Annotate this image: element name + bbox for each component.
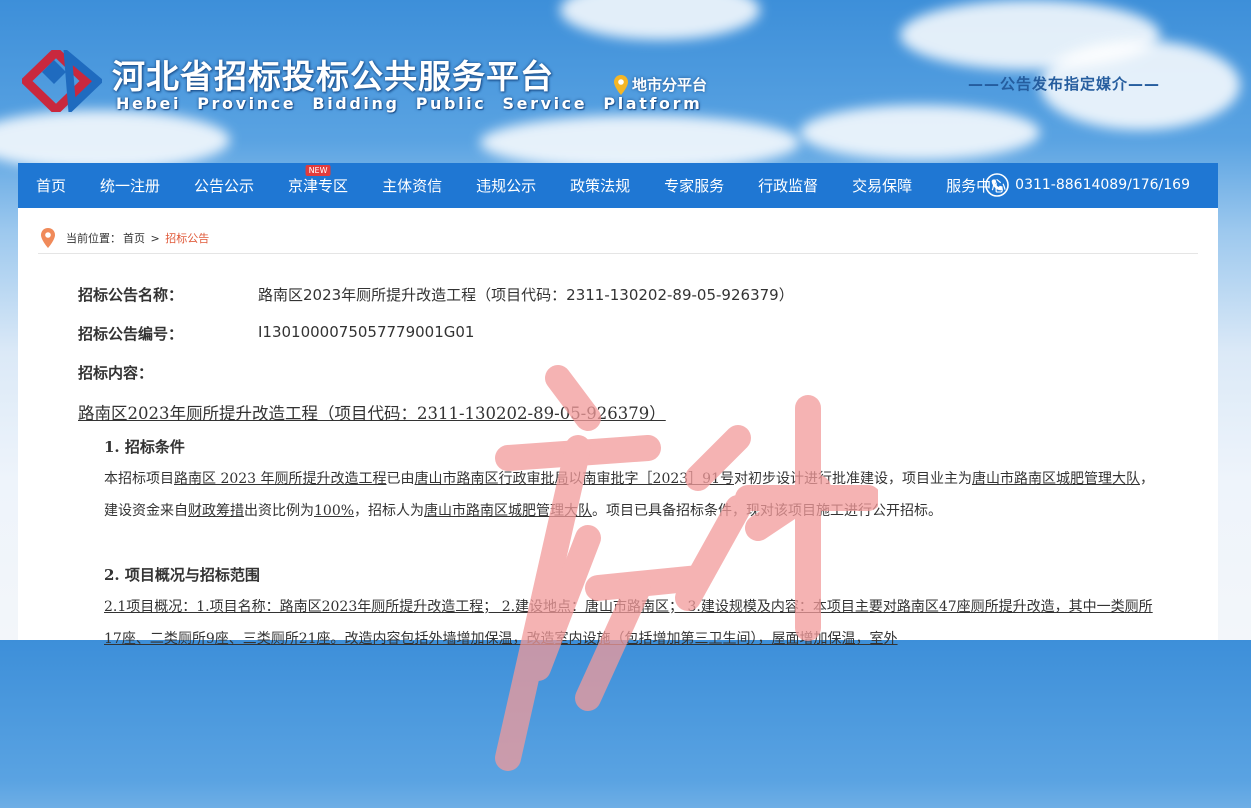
breadcrumb-divider [38, 253, 1198, 254]
nav-item-violations[interactable]: 违规公示 [459, 175, 553, 196]
nav-item-policy[interactable]: 政策法规 [553, 175, 647, 196]
notice-name-value: 路南区2023年厕所提升改造工程（项目代码：2311-130202-89-05-… [258, 286, 794, 304]
breadcrumb: 当前位置： 首页 > 招标公告 [40, 228, 209, 248]
sub-platform-link[interactable]: 地市分平台 [614, 74, 707, 95]
site-title-english: Hebei Province Bidding Public Service Pl… [116, 94, 703, 113]
nav-item-jingjin[interactable]: NEW 京津专区 [271, 165, 365, 196]
section-title-overview: 2. 项目概况与招标范围 [104, 566, 260, 584]
location-pin-icon [614, 74, 628, 95]
phone-icon [985, 173, 1009, 197]
nav-item-supervision[interactable]: 行政监督 [741, 175, 835, 196]
hotline-number: 0311-88614089/176/169 [1015, 177, 1190, 193]
breadcrumb-home[interactable]: 首页 [123, 230, 145, 246]
nav-item-credit[interactable]: 主体资信 [365, 175, 459, 196]
location-pin-icon [41, 228, 55, 248]
media-tagline: ——公告发布指定媒介—— [968, 75, 1161, 93]
new-badge: NEW [305, 165, 331, 176]
nav-item-home[interactable]: 首页 [18, 175, 83, 196]
sky-cloud [800, 105, 1040, 160]
notice-content-label: 招标内容： [78, 364, 154, 382]
section-title-conditions: 1. 招标条件 [104, 438, 185, 456]
nav-item-register[interactable]: 统一注册 [83, 175, 177, 196]
nav-item-guarantee[interactable]: 交易保障 [835, 175, 929, 196]
nav-item-experts[interactable]: 专家服务 [647, 175, 741, 196]
site-title: 河北省招标投标公共服务平台 [112, 57, 554, 96]
section-body-conditions: 本招标项目路南区 2023 年厕所提升改造工程已由唐山市路南区行政审批局以南审批… [104, 471, 1154, 519]
breadcrumb-prefix: 当前位置： [66, 232, 121, 245]
hotline: 0311-88614089/176/169 [985, 173, 1190, 197]
notice-code-label: 招标公告编号： [78, 325, 184, 343]
breadcrumb-current[interactable]: 招标公告 [165, 230, 209, 246]
main-nav: 首页 统一注册 公告公示 NEW 京津专区 主体资信 违规公示 政策法规 专家服务… [18, 163, 1218, 208]
section-body-overview: 2.1项目概况：1.项目名称：路南区2023年厕所提升改造工程； 2.建设地点：… [104, 599, 1153, 647]
document-title: 路南区2023年厕所提升改造工程（项目代码：2311-130202-89-05-… [78, 404, 666, 423]
sky-cloud [560, 0, 760, 40]
content-panel: 当前位置： 首页 > 招标公告 招标公告名称： 路南区2023年厕所提升改造工程… [18, 208, 1218, 771]
sub-platform-label: 地市分平台 [632, 76, 708, 94]
breadcrumb-separator: > [147, 231, 164, 245]
nav-item-announcements[interactable]: 公告公示 [177, 175, 271, 196]
sky-cloud [0, 110, 230, 170]
sky-cloud [480, 115, 800, 170]
notice-name-label: 招标公告名称： [78, 286, 184, 304]
notice-code-value: I1301000075057779001G01 [258, 323, 475, 341]
platform-logo-icon [22, 50, 102, 112]
